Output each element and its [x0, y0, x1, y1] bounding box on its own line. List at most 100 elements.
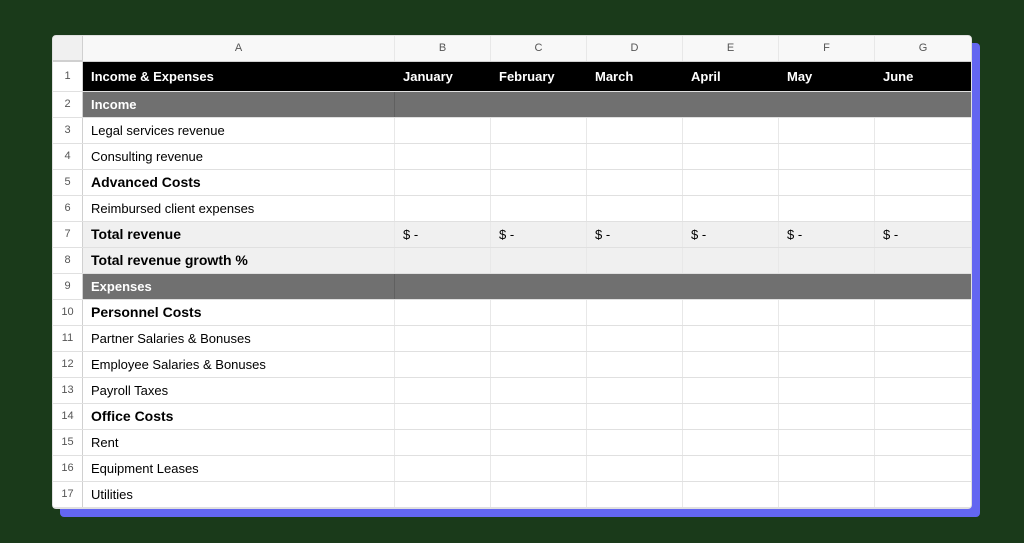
cell-E9[interactable] [683, 274, 779, 299]
row-number-16[interactable]: 16 [53, 456, 83, 481]
cell-A12[interactable]: Employee Salaries & Bonuses [83, 352, 395, 377]
cell-A8[interactable]: Total revenue growth % [83, 248, 395, 273]
row-number-14[interactable]: 14 [53, 404, 83, 429]
cell-F1[interactable]: May [779, 62, 875, 91]
cell-A10[interactable]: Personnel Costs [83, 300, 395, 325]
cell-F11[interactable] [779, 326, 875, 351]
cell-G1[interactable]: June [875, 62, 971, 91]
cell-D11[interactable] [587, 326, 683, 351]
cell-D8[interactable] [587, 248, 683, 273]
col-header-C[interactable]: C [491, 36, 587, 61]
cell-C4[interactable] [491, 144, 587, 169]
cell-B15[interactable] [395, 430, 491, 455]
row-number-13[interactable]: 13 [53, 378, 83, 403]
cell-C10[interactable] [491, 300, 587, 325]
cell-C13[interactable] [491, 378, 587, 403]
cell-E7[interactable]: $ - [683, 222, 779, 247]
cell-G17[interactable] [875, 482, 971, 507]
cell-B2[interactable] [395, 92, 491, 117]
cell-B3[interactable] [395, 118, 491, 143]
cell-E11[interactable] [683, 326, 779, 351]
cell-F10[interactable] [779, 300, 875, 325]
cell-C3[interactable] [491, 118, 587, 143]
cell-E8[interactable] [683, 248, 779, 273]
cell-A1[interactable]: Income & Expenses [83, 62, 395, 91]
row-number-4[interactable]: 4 [53, 144, 83, 169]
row-number-10[interactable]: 10 [53, 300, 83, 325]
cell-A9[interactable]: Expenses [83, 274, 395, 299]
col-header-E[interactable]: E [683, 36, 779, 61]
cell-A6[interactable]: Reimbursed client expenses [83, 196, 395, 221]
cell-B9[interactable] [395, 274, 491, 299]
cell-D16[interactable] [587, 456, 683, 481]
cell-D10[interactable] [587, 300, 683, 325]
cell-E3[interactable] [683, 118, 779, 143]
col-header-B[interactable]: B [395, 36, 491, 61]
row-number-2[interactable]: 2 [53, 92, 83, 117]
cell-A7[interactable]: Total revenue [83, 222, 395, 247]
cell-D1[interactable]: March [587, 62, 683, 91]
cell-G8[interactable] [875, 248, 971, 273]
cell-E15[interactable] [683, 430, 779, 455]
cell-G12[interactable] [875, 352, 971, 377]
cell-A15[interactable]: Rent [83, 430, 395, 455]
cell-D15[interactable] [587, 430, 683, 455]
cell-B4[interactable] [395, 144, 491, 169]
cell-C17[interactable] [491, 482, 587, 507]
cell-E13[interactable] [683, 378, 779, 403]
cell-C2[interactable] [491, 92, 587, 117]
cell-G16[interactable] [875, 456, 971, 481]
row-number-1[interactable]: 1 [53, 62, 83, 91]
cell-C16[interactable] [491, 456, 587, 481]
cell-G15[interactable] [875, 430, 971, 455]
cell-B10[interactable] [395, 300, 491, 325]
cell-E1[interactable]: April [683, 62, 779, 91]
cell-B14[interactable] [395, 404, 491, 429]
row-number-12[interactable]: 12 [53, 352, 83, 377]
cell-B5[interactable] [395, 170, 491, 195]
cell-B16[interactable] [395, 456, 491, 481]
cell-C9[interactable] [491, 274, 587, 299]
cell-B8[interactable] [395, 248, 491, 273]
cell-F17[interactable] [779, 482, 875, 507]
cell-C15[interactable] [491, 430, 587, 455]
cell-B7[interactable]: $ - [395, 222, 491, 247]
cell-F5[interactable] [779, 170, 875, 195]
cell-F3[interactable] [779, 118, 875, 143]
cell-E4[interactable] [683, 144, 779, 169]
cell-E17[interactable] [683, 482, 779, 507]
cell-B12[interactable] [395, 352, 491, 377]
cell-D5[interactable] [587, 170, 683, 195]
cell-D9[interactable] [587, 274, 683, 299]
cell-A4[interactable]: Consulting revenue [83, 144, 395, 169]
col-header-D[interactable]: D [587, 36, 683, 61]
select-all-corner[interactable] [53, 36, 83, 61]
cell-E2[interactable] [683, 92, 779, 117]
cell-B17[interactable] [395, 482, 491, 507]
cell-F8[interactable] [779, 248, 875, 273]
cell-B6[interactable] [395, 196, 491, 221]
row-number-7[interactable]: 7 [53, 222, 83, 247]
cell-E5[interactable] [683, 170, 779, 195]
row-number-11[interactable]: 11 [53, 326, 83, 351]
cell-G3[interactable] [875, 118, 971, 143]
cell-A14[interactable]: Office Costs [83, 404, 395, 429]
cell-G5[interactable] [875, 170, 971, 195]
cell-A16[interactable]: Equipment Leases [83, 456, 395, 481]
cell-E16[interactable] [683, 456, 779, 481]
cell-D2[interactable] [587, 92, 683, 117]
cell-D6[interactable] [587, 196, 683, 221]
cell-D17[interactable] [587, 482, 683, 507]
cell-G10[interactable] [875, 300, 971, 325]
cell-F14[interactable] [779, 404, 875, 429]
cell-G14[interactable] [875, 404, 971, 429]
col-header-G[interactable]: G [875, 36, 971, 61]
row-number-17[interactable]: 17 [53, 482, 83, 507]
cell-D14[interactable] [587, 404, 683, 429]
cell-G11[interactable] [875, 326, 971, 351]
cell-C6[interactable] [491, 196, 587, 221]
row-number-9[interactable]: 9 [53, 274, 83, 299]
cell-A13[interactable]: Payroll Taxes [83, 378, 395, 403]
cell-C5[interactable] [491, 170, 587, 195]
cell-D13[interactable] [587, 378, 683, 403]
